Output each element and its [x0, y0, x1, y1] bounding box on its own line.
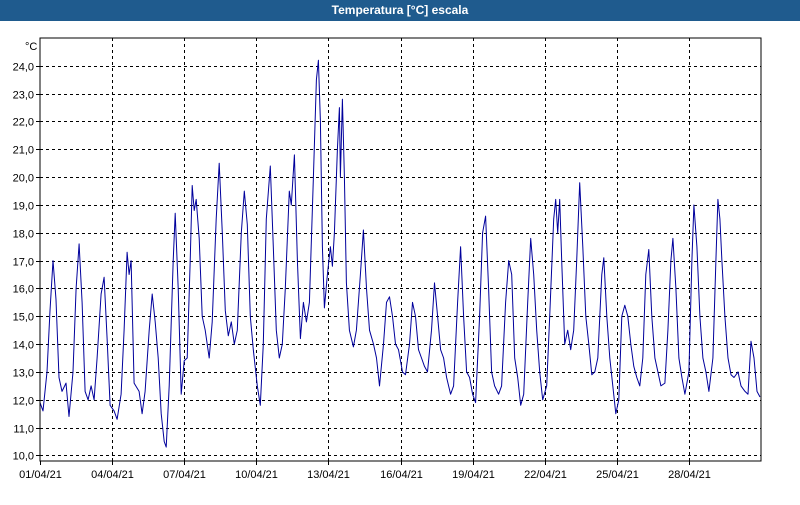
y-tick-label: 20,0: [13, 173, 34, 185]
y-tick-label: 13,0: [13, 368, 34, 380]
series-layer: [39, 59, 761, 448]
y-tick-label: 21,0: [13, 145, 34, 157]
x-tick-label: 07/04/21: [163, 469, 206, 481]
grid-layer: [40, 38, 761, 461]
y-tick-label: 18,0: [13, 229, 34, 241]
plot-area-border: [39, 37, 762, 462]
y-tick-label: 24,0: [13, 62, 34, 74]
chart-window: Temperatura [°C] escala °C 10,0 11,0 12,0 1…: [0, 0, 800, 500]
x-tick-label: 19/04/21: [452, 469, 495, 481]
y-tick-label: 16,0: [13, 284, 34, 296]
chart-frame: °C 10,0 11,0 12,0 13,0 14,0 15,0 16,0 17,0 18,0 1…: [0, 21, 800, 500]
x-tick-label: 13/04/21: [307, 469, 350, 481]
y-tick-label: 15,0: [13, 312, 34, 324]
temperature-series-line: [39, 59, 761, 448]
y-tick-label: 10,0: [13, 451, 34, 463]
x-tick-label: 22/04/21: [524, 469, 567, 481]
y-tick-label: 23,0: [13, 90, 34, 102]
x-tick-label: 04/04/21: [91, 469, 134, 481]
x-tick-label: 25/04/21: [596, 469, 639, 481]
y-tick-label: 22,0: [13, 117, 34, 129]
temperature-chart: °C 10,0 11,0 12,0 13,0 14,0 15,0 16,0 17,0 18,0 1…: [13, 37, 762, 481]
y-tick-label: 19,0: [13, 201, 34, 213]
x-tick-label: 28/04/21: [668, 469, 711, 481]
y-tick-label: 14,0: [13, 340, 34, 352]
y-tick-label: 11,0: [13, 424, 34, 436]
y-tick-label: 17,0: [13, 257, 34, 269]
x-tick-label: 10/04/21: [235, 469, 278, 481]
y-tick-label: 12,0: [13, 396, 34, 408]
window-title: Temperatura [°C] escala: [0, 0, 800, 21]
y-axis-unit-label: °C: [25, 41, 37, 53]
x-tick-label: 01/04/21: [19, 469, 62, 481]
x-tick-label: 16/04/21: [380, 469, 423, 481]
